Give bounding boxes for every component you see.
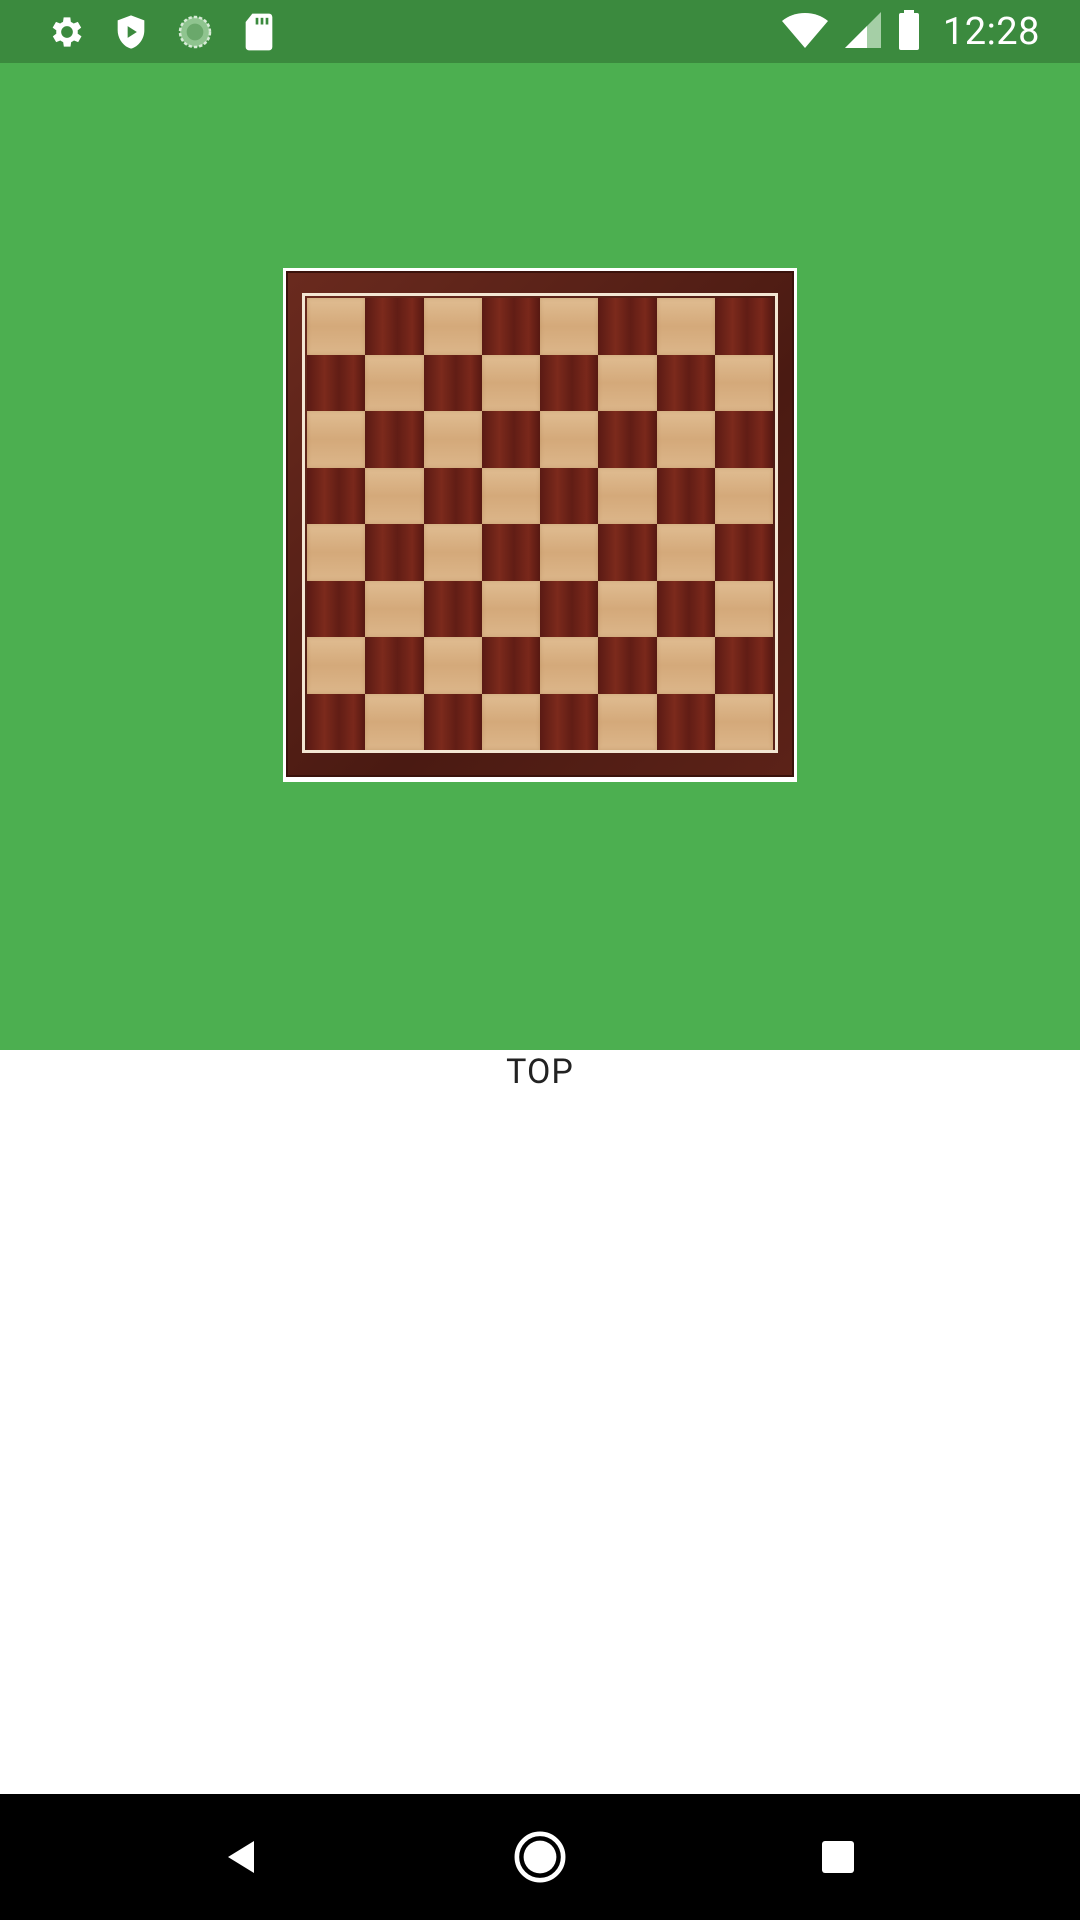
dark-square [598,298,657,355]
light-square [481,580,540,637]
light-square [365,467,424,524]
dark-square [540,354,599,411]
main-panel [0,63,1080,1050]
dark-square [307,354,366,411]
light-square [714,354,773,411]
dark-square [307,467,366,524]
settings-icon [46,11,88,53]
dark-square [714,637,773,694]
home-button[interactable] [507,1824,573,1890]
light-square [540,411,599,468]
dark-square [656,693,715,750]
sync-icon [174,11,216,53]
light-square [598,580,657,637]
dark-square [423,580,482,637]
light-square [598,693,657,750]
dark-square [656,467,715,524]
back-icon [228,1841,254,1873]
chessboard-image[interactable] [283,268,797,782]
light-square [481,354,540,411]
dark-square [481,637,540,694]
light-square [307,524,366,581]
dark-square [714,524,773,581]
light-square [307,411,366,468]
light-square [656,637,715,694]
navigation-bar [0,1794,1080,1920]
light-square [656,411,715,468]
dark-square [365,411,424,468]
light-square [598,354,657,411]
dark-square [481,411,540,468]
signal-icon [843,10,883,54]
recents-icon [822,1841,854,1873]
dark-square [365,524,424,581]
light-square [423,524,482,581]
dark-square [598,524,657,581]
light-square [540,298,599,355]
recents-button[interactable] [805,1824,871,1890]
light-square [307,298,366,355]
dark-square [423,467,482,524]
dark-square [540,580,599,637]
light-square [714,467,773,524]
chessboard-grid [307,298,773,750]
back-button[interactable] [209,1824,275,1890]
wifi-icon [781,10,829,54]
light-square [656,524,715,581]
light-square [365,354,424,411]
status-bar-left-icons [46,10,280,54]
dark-square [598,411,657,468]
dark-square [481,298,540,355]
dark-square [714,298,773,355]
dark-square [423,354,482,411]
light-square [656,298,715,355]
light-square [423,637,482,694]
light-square [365,580,424,637]
dark-square [307,580,366,637]
light-square [365,693,424,750]
light-square [423,411,482,468]
home-icon [514,1831,566,1883]
app-screen: 12:28 TOP [0,0,1080,1920]
shield-icon [110,11,152,53]
light-square [598,467,657,524]
dark-square [714,411,773,468]
dark-square [307,693,366,750]
dark-square [365,298,424,355]
dark-square [481,524,540,581]
light-square [714,580,773,637]
light-square [540,524,599,581]
light-square [481,467,540,524]
light-square [481,693,540,750]
status-bar-right-icons: 12:28 [781,8,1040,56]
dark-square [656,580,715,637]
status-clock: 12:28 [942,10,1040,54]
dark-square [540,693,599,750]
dark-square [656,354,715,411]
dark-square [598,637,657,694]
dark-square [365,637,424,694]
status-bar: 12:28 [0,0,1080,63]
light-square [714,693,773,750]
dark-square [540,467,599,524]
light-square [540,637,599,694]
chessboard-border [286,271,794,777]
light-square [307,637,366,694]
sd-card-icon [238,11,280,53]
light-square [423,298,482,355]
battery-icon [897,10,921,54]
dark-square [423,693,482,750]
top-label: TOP [506,1052,574,1092]
